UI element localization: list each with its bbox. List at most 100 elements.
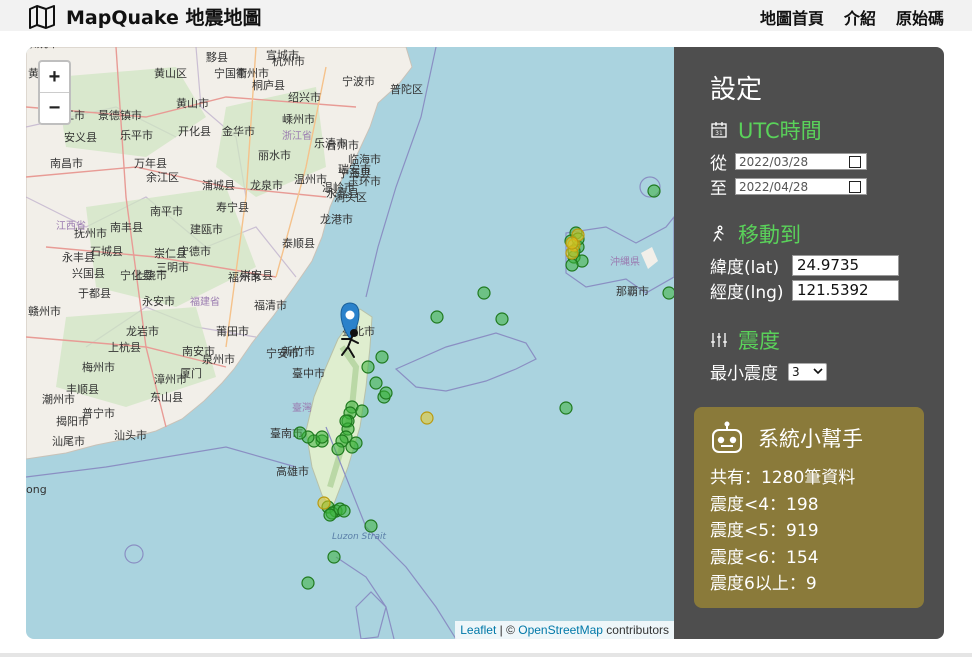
- latitude-input[interactable]: 24.9735: [792, 254, 899, 276]
- min-magnitude-select[interactable]: 3: [788, 362, 827, 381]
- place-label: 余江区: [146, 170, 179, 184]
- place-label: 浙江省: [282, 129, 312, 142]
- earthquake-marker-green[interactable]: [559, 401, 573, 415]
- earthquake-marker-green[interactable]: [565, 258, 579, 272]
- place-label: 宣城市: [266, 48, 299, 62]
- date-picker-icon[interactable]: [849, 155, 861, 168]
- earthquake-marker-green[interactable]: [293, 426, 307, 440]
- earthquake-marker-yellow[interactable]: [317, 496, 331, 510]
- chevron-down-icon: [813, 368, 823, 375]
- place-label: 三明市: [156, 260, 189, 274]
- move-section-header: 移動到: [710, 219, 801, 249]
- min-magnitude-value: 3: [792, 364, 800, 379]
- place-label: 丽水市: [258, 148, 291, 162]
- earthquake-marker-green[interactable]: [477, 286, 491, 300]
- nav-home-link[interactable]: 地圖首頁: [760, 5, 824, 29]
- earthquake-marker-green[interactable]: [662, 286, 674, 300]
- date-picker-icon[interactable]: [849, 180, 861, 193]
- utc-section-title: UTC時間: [738, 119, 822, 143]
- helper-header: 系統小幫手: [710, 421, 863, 455]
- nav-intro-link[interactable]: 介紹: [844, 5, 876, 29]
- sliders-icon: [711, 333, 727, 347]
- earthquake-marker-green[interactable]: [327, 550, 341, 564]
- place-label: 宁波市: [342, 74, 375, 88]
- earthquake-marker-green[interactable]: [349, 436, 363, 450]
- robot-icon: [712, 421, 742, 453]
- utc-section-header: 31 UTC時間: [710, 115, 822, 145]
- zoom-in-button[interactable]: +: [40, 62, 69, 92]
- system-helper-card: 系統小幫手 共有：1280筆資料 震度<4：198 震度<5：919 震度<6：…: [694, 407, 924, 608]
- earthquake-marker-yellow[interactable]: [565, 236, 579, 250]
- stat-total: 共有：1280筆資料: [710, 468, 856, 488]
- place-label: 江西省: [56, 219, 86, 232]
- to-date-input[interactable]: 2022/04/28: [735, 178, 867, 195]
- earthquake-marker-green[interactable]: [331, 442, 345, 456]
- place-label: 绍兴市: [288, 90, 321, 104]
- magnitude-section-title: 震度: [738, 329, 780, 353]
- place-label: 那覇市: [616, 284, 649, 298]
- place-label: 安义县: [64, 130, 97, 144]
- map-attribution: Leaflet | © OpenStreetMap contributors: [455, 621, 674, 639]
- brand[interactable]: MapQuake 地震地圖: [28, 3, 261, 30]
- earthquake-marker-green[interactable]: [301, 576, 315, 590]
- place-label: 于都县: [78, 287, 111, 300]
- earthquake-marker-green[interactable]: [430, 310, 444, 324]
- leaflet-link[interactable]: Leaflet: [460, 623, 496, 637]
- place-label: 福清市: [254, 298, 287, 312]
- earthquake-marker-green[interactable]: [647, 184, 661, 198]
- place-label: 普陀区: [390, 82, 423, 96]
- place-label: 龙泉市: [250, 178, 283, 192]
- earthquake-marker-green[interactable]: [323, 508, 337, 522]
- osm-link[interactable]: OpenStreetMap: [518, 623, 603, 637]
- earthquake-marker-green[interactable]: [339, 414, 353, 428]
- zoom-controls: + −: [38, 60, 71, 125]
- earthquake-marker-green[interactable]: [379, 386, 393, 400]
- place-label: 福建省: [190, 295, 220, 308]
- earthquake-marker-green[interactable]: [361, 360, 375, 374]
- place-label: 泰顺县: [282, 236, 315, 250]
- from-date-input[interactable]: 2022/03/28: [735, 153, 867, 170]
- place-label: 开化县: [178, 124, 211, 138]
- longitude-label: 經度(lng): [710, 282, 784, 303]
- place-label: 乐平市: [120, 128, 153, 142]
- place-label: 浦城县: [202, 179, 235, 192]
- place-label: 莆田市: [216, 324, 249, 338]
- place-label: 汕头市: [114, 428, 147, 442]
- earthquake-marker-green[interactable]: [495, 312, 509, 326]
- stat-under-6: 震度<6：154: [710, 547, 819, 568]
- brand-title: MapQuake 地震地圖: [66, 7, 262, 29]
- stat-under-4: 震度<4：198: [710, 494, 819, 515]
- nav-source-link[interactable]: 原始碼: [896, 5, 944, 29]
- place-label: 宁安市: [266, 346, 299, 360]
- to-date-row: 至 2022/04/28: [710, 174, 867, 199]
- place-label: 臺中市: [292, 366, 325, 380]
- place-label: 黟县: [206, 51, 228, 64]
- earthquake-marker-green[interactable]: [355, 404, 369, 418]
- earthquake-marker-green[interactable]: [315, 430, 329, 444]
- map-icon: [29, 4, 55, 29]
- place-label: 厦门: [180, 366, 202, 380]
- place-label: 宁化县: [120, 268, 153, 282]
- place-label: 黄山区: [154, 66, 187, 80]
- earthquake-marker-green[interactable]: [369, 376, 383, 390]
- settings-panel: 設定 31 UTC時間 從 2022/03/28 至 2022/04/28 移動…: [674, 47, 944, 639]
- zoom-out-button[interactable]: −: [40, 92, 69, 123]
- place-label: 石城县: [90, 245, 123, 258]
- min-magnitude-label: 最小震度: [710, 364, 778, 384]
- place-label: 建瓯市: [190, 222, 223, 236]
- place-label: 温岭市: [322, 180, 355, 194]
- settings-title: 設定: [710, 75, 763, 105]
- earthquake-marker-yellow[interactable]: [420, 411, 434, 425]
- earthquake-marker-green[interactable]: [337, 504, 351, 518]
- map-canvas[interactable]: 黄九江市南昌市抚州市景德镇市上饶市南平市宁德市福州市福清市莆田市泉州市漳州市厦门…: [26, 47, 674, 639]
- earthquake-marker-green[interactable]: [364, 519, 378, 533]
- place-label: 金华市: [222, 124, 255, 138]
- earthquake-marker-green[interactable]: [375, 350, 389, 364]
- place-label: 兴国县: [72, 267, 105, 280]
- longitude-input[interactable]: 121.5392: [792, 279, 899, 301]
- move-section-title: 移動到: [738, 223, 801, 247]
- earthquake-map[interactable]: 黄九江市南昌市抚州市景德镇市上饶市南平市宁德市福州市福清市莆田市泉州市漳州市厦门…: [26, 47, 674, 639]
- place-label: 南丰县: [110, 221, 143, 234]
- place-label: 东山县: [150, 391, 183, 404]
- place-label: 寿宁县: [216, 200, 249, 214]
